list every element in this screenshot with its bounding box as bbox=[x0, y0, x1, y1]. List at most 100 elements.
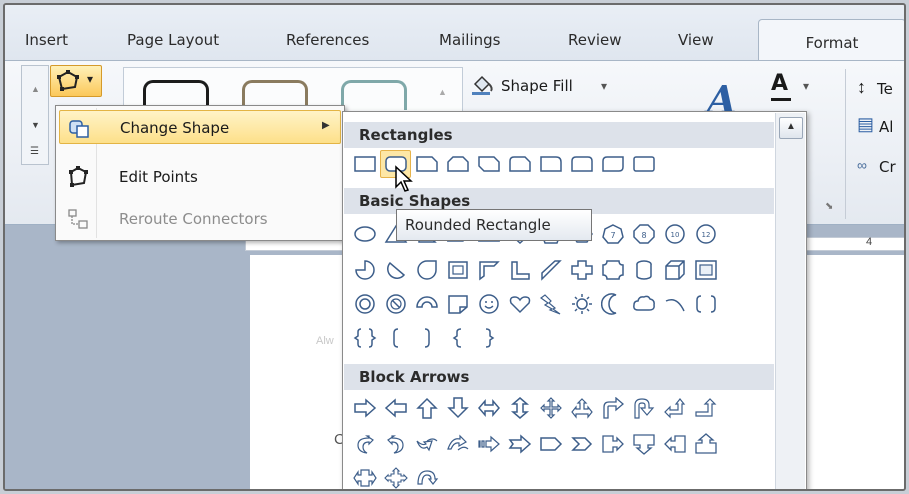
text-direction-button[interactable]: ↕ Te bbox=[857, 77, 904, 103]
smiley-face-shape[interactable] bbox=[473, 290, 504, 318]
round-diagonal-rectangle-shape[interactable] bbox=[597, 150, 628, 178]
tab-references[interactable]: References bbox=[286, 31, 369, 59]
section-header-rectangles: Rectangles bbox=[344, 122, 774, 148]
cloud-shape[interactable] bbox=[628, 290, 659, 318]
menu-item-change-shape[interactable]: Change Shape ▶ bbox=[59, 110, 341, 144]
curved-down-arrow-shape[interactable] bbox=[442, 430, 473, 458]
diagonal-stripe-shape[interactable] bbox=[535, 256, 566, 284]
section-header-block-arrows: Block Arrows bbox=[344, 364, 774, 390]
no-symbol-shape[interactable] bbox=[380, 290, 411, 318]
create-link-button[interactable]: ∞ Cr bbox=[857, 155, 904, 181]
chevron-up-icon: ▲ bbox=[786, 121, 796, 132]
left-arrow-shape[interactable] bbox=[380, 394, 411, 422]
up-arrow-callout-shape[interactable] bbox=[690, 430, 721, 458]
chevron-down-icon: ▾ bbox=[601, 79, 608, 93]
left-bracket-shape[interactable] bbox=[380, 324, 411, 352]
pentagon-arrow-shape[interactable] bbox=[535, 430, 566, 458]
double-bracket-shape[interactable] bbox=[690, 290, 721, 318]
shape-fill-button[interactable]: Shape Fill ▾ bbox=[467, 73, 627, 101]
text-fill-a-icon: A bbox=[771, 71, 789, 96]
sun-shape[interactable] bbox=[566, 290, 597, 318]
donut-shape[interactable] bbox=[349, 290, 380, 318]
right-arrow-callout-shape[interactable] bbox=[597, 430, 628, 458]
left-brace-shape[interactable] bbox=[442, 324, 473, 352]
shape-badge-number: 7 bbox=[610, 231, 615, 240]
left-arrow-callout-shape[interactable] bbox=[659, 430, 690, 458]
tab-review[interactable]: Review bbox=[568, 31, 622, 59]
can-shape[interactable] bbox=[628, 256, 659, 284]
up-arrow-shape[interactable] bbox=[411, 394, 442, 422]
right-arrow-shape[interactable] bbox=[349, 394, 380, 422]
pie-shape[interactable] bbox=[349, 256, 380, 284]
heptagon-shape[interactable]: 7 bbox=[597, 220, 628, 248]
scroll-up-button[interactable]: ▲ bbox=[779, 117, 803, 139]
u-turn-arrow-shape[interactable] bbox=[628, 394, 659, 422]
chevron-shape[interactable] bbox=[566, 430, 597, 458]
gallery-scroll-up[interactable]: ▲ bbox=[433, 77, 453, 107]
curved-up-arrow-shape[interactable] bbox=[411, 430, 442, 458]
right-brace-shape[interactable] bbox=[473, 324, 504, 352]
moon-shape[interactable] bbox=[597, 290, 628, 318]
arc-shape[interactable] bbox=[659, 290, 690, 318]
left-up-arrow-shape[interactable] bbox=[659, 394, 690, 422]
plaque-shape[interactable] bbox=[597, 256, 628, 284]
teardrop-shape[interactable] bbox=[411, 256, 442, 284]
round-same-side-rectangle-shape[interactable] bbox=[566, 150, 597, 178]
shape-badge-number: 8 bbox=[641, 231, 646, 240]
notched-right-arrow-shape[interactable] bbox=[504, 430, 535, 458]
chevron-down-icon: ▾ bbox=[87, 72, 94, 86]
block-arc-shape[interactable] bbox=[411, 290, 442, 318]
frame-shape[interactable] bbox=[442, 256, 473, 284]
bent-up-arrow-shape[interactable] bbox=[690, 394, 721, 422]
tab-mailings[interactable]: Mailings bbox=[439, 31, 500, 59]
round-single-corner-rectangle-shape[interactable] bbox=[535, 150, 566, 178]
cross-shape[interactable] bbox=[566, 256, 597, 284]
edit-shape-button[interactable]: ▾ bbox=[50, 65, 102, 97]
block-arrows-row-2 bbox=[349, 430, 721, 458]
dodecagon-shape[interactable]: 12 bbox=[690, 220, 721, 248]
decagon-shape[interactable]: 10 bbox=[659, 220, 690, 248]
text-fill-button[interactable]: A ▾ bbox=[767, 71, 819, 103]
ribbon-scroll-control[interactable]: ▲ ▼ ☰ bbox=[21, 65, 49, 165]
chevron-down-icon: ▼ bbox=[31, 120, 40, 130]
rectangle-shape[interactable] bbox=[349, 150, 380, 178]
snip-diagonal-rectangle-shape[interactable] bbox=[473, 150, 504, 178]
octagon-shape[interactable]: 8 bbox=[628, 220, 659, 248]
bent-arrow-shape[interactable] bbox=[597, 394, 628, 422]
half-frame-shape[interactable] bbox=[473, 256, 504, 284]
up-down-arrow-shape[interactable] bbox=[504, 394, 535, 422]
folded-corner-shape[interactable] bbox=[442, 290, 473, 318]
chord-shape[interactable] bbox=[380, 256, 411, 284]
left-right-arrow-callout-shape[interactable] bbox=[349, 464, 380, 489]
align-text-button[interactable]: ▤ Al bbox=[857, 114, 904, 141]
dialog-launcher-icon[interactable]: ⬊ bbox=[825, 201, 833, 212]
tab-page-layout[interactable]: Page Layout bbox=[127, 31, 219, 59]
tab-format[interactable]: Format bbox=[758, 19, 904, 63]
down-arrow-callout-shape[interactable] bbox=[628, 430, 659, 458]
frame-rectangle-shape[interactable] bbox=[628, 150, 659, 178]
oval-shape[interactable] bbox=[349, 220, 380, 248]
left-right-arrow-shape[interactable] bbox=[473, 394, 504, 422]
heart-shape[interactable] bbox=[504, 290, 535, 318]
menu-item-edit-points[interactable]: Edit Points bbox=[59, 160, 341, 194]
quad-arrow-shape[interactable] bbox=[535, 394, 566, 422]
tab-view[interactable]: View bbox=[678, 31, 714, 59]
cube-shape[interactable] bbox=[659, 256, 690, 284]
double-brace-shape[interactable] bbox=[349, 324, 380, 352]
striped-right-arrow-shape[interactable] bbox=[473, 430, 504, 458]
shape-style-teal[interactable] bbox=[341, 80, 407, 110]
snip-same-side-rectangle-shape[interactable] bbox=[442, 150, 473, 178]
bevel-shape[interactable] bbox=[690, 256, 721, 284]
left-right-up-arrow-shape[interactable] bbox=[566, 394, 597, 422]
l-shape[interactable] bbox=[504, 256, 535, 284]
down-arrow-shape[interactable] bbox=[442, 394, 473, 422]
right-bracket-shape[interactable] bbox=[411, 324, 442, 352]
tab-insert[interactable]: Insert bbox=[25, 31, 68, 59]
lightning-bolt-shape[interactable] bbox=[535, 290, 566, 318]
gallery-scrollbar[interactable]: ▲ bbox=[775, 113, 805, 489]
snip-round-rectangle-shape[interactable] bbox=[504, 150, 535, 178]
curved-left-arrow-shape[interactable] bbox=[380, 430, 411, 458]
circular-arrow-shape[interactable] bbox=[411, 464, 442, 489]
curved-right-arrow-shape[interactable] bbox=[349, 430, 380, 458]
quad-arrow-callout-shape[interactable] bbox=[380, 464, 411, 489]
